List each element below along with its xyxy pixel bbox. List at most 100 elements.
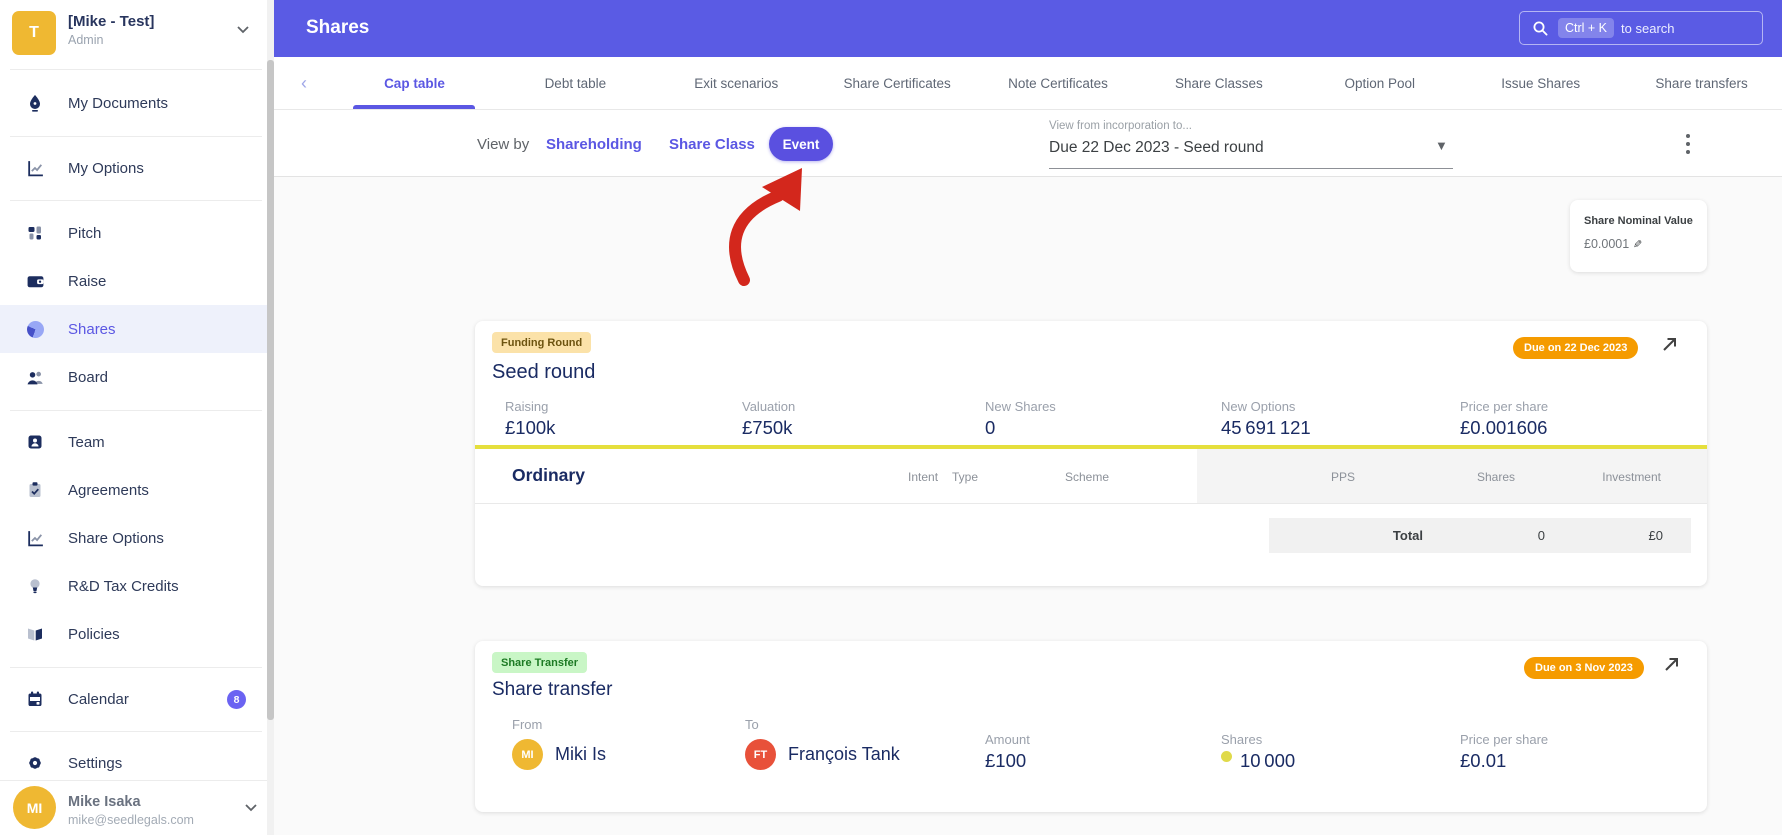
sidebar-item-pitch[interactable]: Pitch <box>0 209 267 257</box>
sidebar-item-shares[interactable]: Shares <box>0 305 267 353</box>
total-shares: 0 <box>1537 528 1545 543</box>
search-shortcut-badge: Ctrl + K <box>1558 18 1615 38</box>
from-label: From <box>512 717 543 732</box>
sidebar-scrollbar-thumb[interactable] <box>267 60 274 720</box>
view-by-shareholding-link[interactable]: Shareholding <box>546 136 642 153</box>
pen-nib-icon <box>24 92 46 114</box>
tab-debt-table[interactable]: Debt table <box>495 57 656 109</box>
column-header-shares: Shares <box>1476 470 1515 484</box>
active-tab-underline <box>353 105 476 109</box>
book-icon <box>24 623 46 645</box>
user-avatar[interactable]: MI <box>13 786 56 829</box>
sidebar-item-label: Pitch <box>68 224 102 242</box>
sidebar-item-label: Team <box>68 433 105 451</box>
tab-label: Debt table <box>544 75 607 91</box>
tabs-scroll-left-chevron-icon[interactable]: ‹ <box>274 73 334 94</box>
stat-value: £0.001606 <box>1460 417 1548 438</box>
sidebar-item-calendar[interactable]: Calendar 8 <box>0 675 267 723</box>
divider <box>10 731 262 732</box>
stat-value: £100 <box>985 750 1027 771</box>
divider <box>10 136 262 137</box>
layout-icon <box>24 222 46 244</box>
select-underline <box>1049 168 1453 169</box>
divider <box>0 780 267 781</box>
column-header-pps: PPS <box>1330 470 1355 484</box>
due-date-badge: Due on 3 Nov 2023 <box>1524 657 1644 679</box>
sidebar-item-label: Policies <box>68 625 120 643</box>
search-input[interactable]: Ctrl + K to search <box>1519 11 1763 45</box>
user-chevron-down-icon[interactable] <box>245 804 257 812</box>
stat-value: £750k <box>742 417 793 438</box>
workspace-chevron-down-icon[interactable] <box>237 26 249 34</box>
tab-cap-table[interactable]: Cap table <box>334 57 495 109</box>
user-email: mike@seedlegals.com <box>68 813 194 827</box>
workspace-avatar[interactable]: T <box>12 11 56 55</box>
calendar-count-badge: 8 <box>227 690 246 709</box>
select-dropdown-arrow-icon: ▼ <box>1435 138 1448 153</box>
column-header-investment: Investment <box>1602 470 1661 484</box>
view-by-share-class-link[interactable]: Share Class <box>669 136 755 153</box>
stat-label: Price per share <box>1460 732 1549 747</box>
stat-value: 45 691 121 <box>1221 417 1311 438</box>
tab-label: Note Certificates <box>1008 75 1108 91</box>
tab-label: Exit scenarios <box>694 75 779 91</box>
tab-bar: ‹ Cap table Debt table Exit scenarios Sh… <box>274 57 1782 110</box>
card-title: Share transfer <box>492 679 613 700</box>
share-nominal-value-card: Share Nominal Value £0.0001 ✎ <box>1570 200 1707 272</box>
sidebar-item-label: Agreements <box>68 481 149 499</box>
total-label: Total <box>1392 528 1423 543</box>
stat-label: Raising <box>505 399 549 414</box>
sidebar-item-board[interactable]: Board <box>0 353 267 401</box>
tab-share-transfers[interactable]: Share transfers <box>1621 57 1782 109</box>
sidebar-item-share-options[interactable]: Share Options <box>0 514 267 562</box>
sidebar-item-team[interactable]: Team <box>0 418 267 466</box>
open-external-link-icon[interactable] <box>1661 336 1678 353</box>
sidebar-item-my-documents[interactable]: My Documents <box>0 79 267 127</box>
workspace-role: Admin <box>68 33 104 47</box>
calendar-icon <box>24 688 46 710</box>
top-bar: Shares Ctrl + K to search <box>274 0 1782 57</box>
date-range-value: Due 22 Dec 2023 - Seed round <box>1049 139 1264 156</box>
view-by-event-button[interactable]: Event <box>769 127 833 161</box>
share-nominal-value: £0.0001 ✎ <box>1584 237 1642 251</box>
tab-option-pool[interactable]: Option Pool <box>1299 57 1460 109</box>
more-options-kebab-button[interactable] <box>1678 132 1698 156</box>
funding-round-card[interactable]: Funding Round Seed round Due on 22 Dec 2… <box>475 321 1707 586</box>
lightbulb-icon <box>24 575 46 597</box>
from-avatar[interactable]: MI <box>512 739 543 770</box>
edit-pencil-icon[interactable]: ✎ <box>1633 238 1642 251</box>
person-badge-icon <box>24 431 46 453</box>
tab-issue-shares[interactable]: Issue Shares <box>1460 57 1621 109</box>
stat-label: New Options <box>1221 399 1296 414</box>
wallet-icon <box>24 270 46 292</box>
search-placeholder: to search <box>1621 20 1675 36</box>
total-row: Total 0 £0 <box>1269 518 1691 553</box>
sidebar-item-label: Board <box>68 368 109 386</box>
stat-value: £100k <box>505 417 556 438</box>
tab-share-classes[interactable]: Share Classes <box>1138 57 1299 109</box>
workspace-name: [Mike - Test] <box>68 13 155 30</box>
tab-exit-scenarios[interactable]: Exit scenarios <box>656 57 817 109</box>
event-type-badge: Funding Round <box>492 332 592 353</box>
sidebar-item-raise[interactable]: Raise <box>0 257 267 305</box>
sidebar-item-policies[interactable]: Policies <box>0 610 267 658</box>
to-avatar[interactable]: FT <box>745 739 776 770</box>
tab-label: Option Pool <box>1344 75 1416 91</box>
date-range-select[interactable]: View from incorporation to... Due 22 Dec… <box>1049 116 1453 172</box>
open-external-link-icon[interactable] <box>1663 656 1680 673</box>
stat-label: Shares <box>1221 732 1263 747</box>
tab-note-certificates[interactable]: Note Certificates <box>978 57 1139 109</box>
column-header-type: Type <box>952 470 979 484</box>
tab-share-certificates[interactable]: Share Certificates <box>817 57 978 109</box>
sidebar-item-my-options[interactable]: My Options <box>0 144 267 192</box>
share-transfer-card[interactable]: Share Transfer Share transfer Due on 3 N… <box>475 641 1707 812</box>
page-title: Shares <box>306 17 370 38</box>
divider <box>475 503 1707 504</box>
sidebar-item-label: My Documents <box>68 94 169 112</box>
sidebar-item-rd-tax-credits[interactable]: R&D Tax Credits <box>0 562 267 610</box>
sidebar-item-label: My Options <box>68 159 144 177</box>
stat-label: New Shares <box>985 399 1056 414</box>
divider <box>10 667 262 668</box>
sidebar-item-agreements[interactable]: Agreements <box>0 466 267 514</box>
sidebar-item-label: Share Options <box>68 529 164 547</box>
